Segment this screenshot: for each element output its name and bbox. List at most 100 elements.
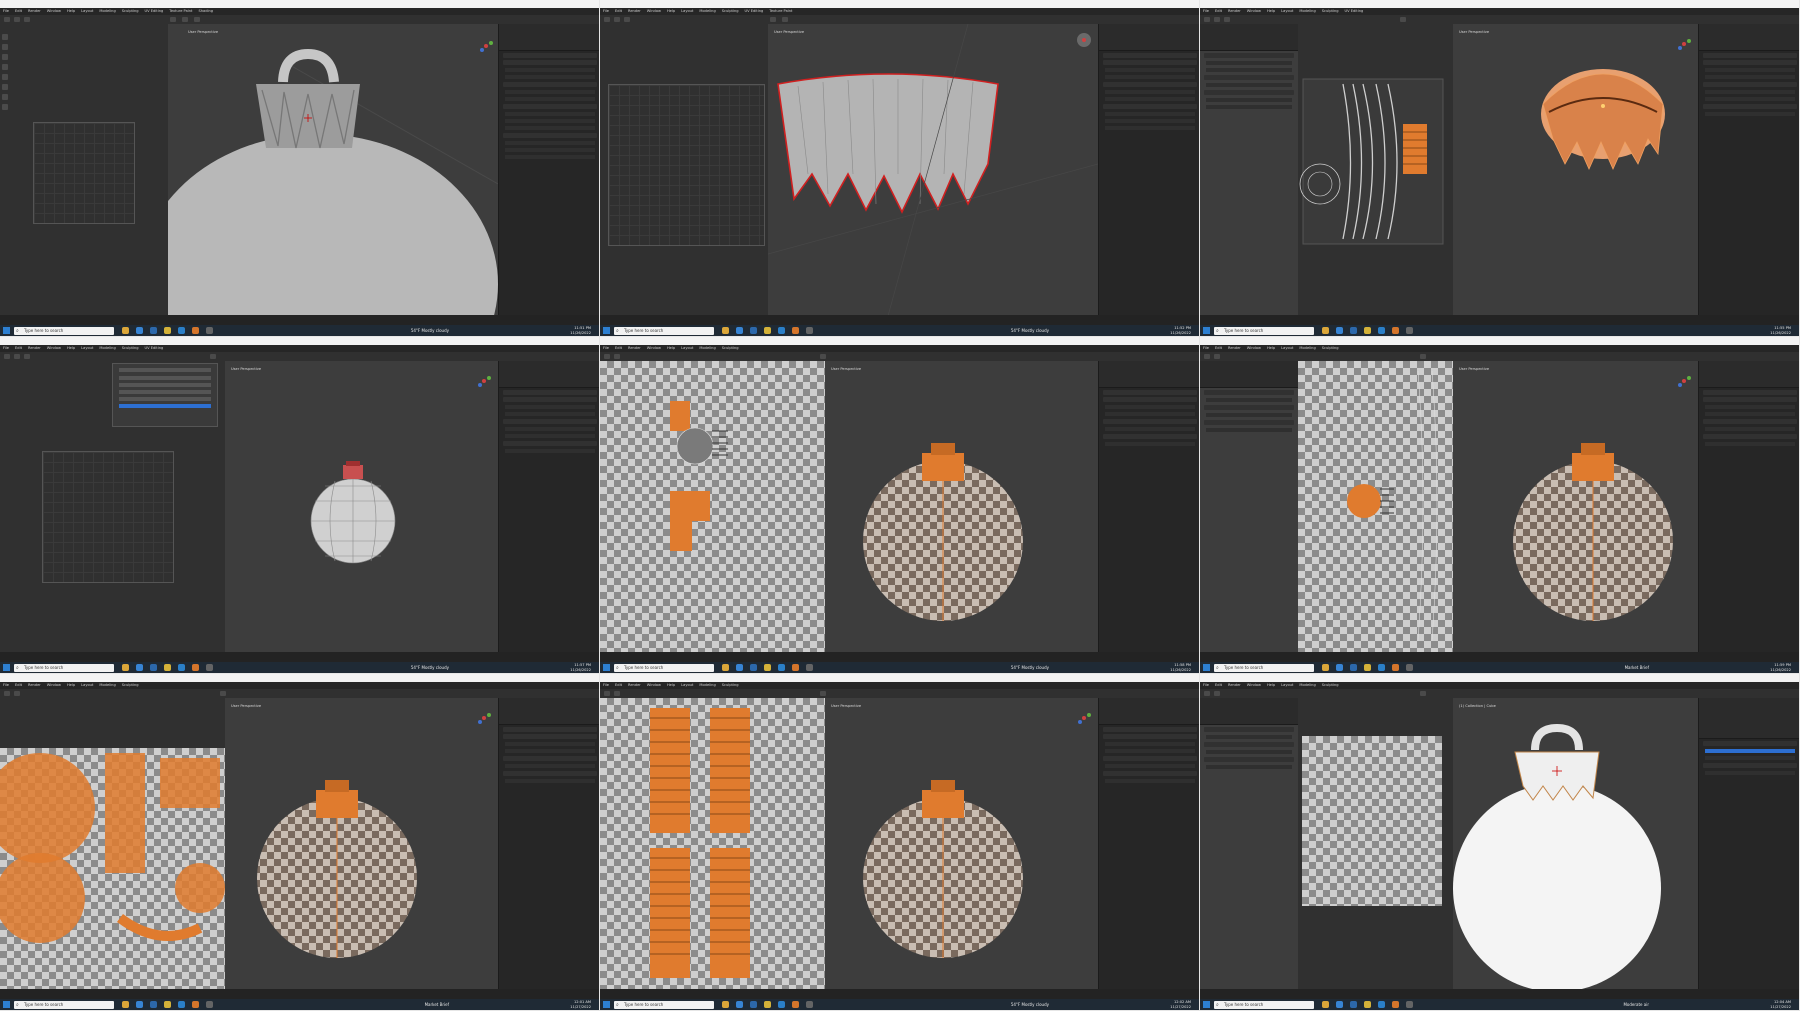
properties-panel[interactable] bbox=[498, 698, 599, 989]
viewport-3d[interactable]: User Perspective bbox=[168, 24, 498, 315]
tab-shading[interactable]: Shading bbox=[198, 9, 213, 13]
taskbar-clock[interactable]: 12:04 AM 11/27/2022 bbox=[1770, 1000, 1791, 1009]
vscode-icon[interactable] bbox=[178, 327, 185, 334]
explorer-icon[interactable] bbox=[122, 327, 129, 334]
obs-icon[interactable] bbox=[206, 327, 213, 334]
tab-sculpting[interactable]: Sculpting bbox=[122, 9, 139, 13]
store-icon[interactable] bbox=[136, 327, 143, 334]
navigation-gizmo[interactable] bbox=[1676, 373, 1692, 389]
news-widget[interactable]: Market Brief bbox=[425, 999, 449, 1010]
menu-bar[interactable]: File Edit Render Window Help Layout Modeling Sc… bbox=[1200, 345, 1799, 352]
weather-widget[interactable]: 54°F Mostly cloudy bbox=[411, 325, 449, 336]
menu-bar[interactable]: File Edit Render Window Help Layout Modeling Sc… bbox=[0, 345, 599, 352]
tab-layout[interactable]: Layout bbox=[81, 9, 93, 13]
weather-widget[interactable]: 54°F Mostly cloudy bbox=[1011, 325, 1049, 336]
tab-uv-editing[interactable]: UV Editing bbox=[145, 9, 164, 13]
navigation-gizmo[interactable] bbox=[476, 373, 492, 389]
unwrap-operator-panel[interactable] bbox=[112, 363, 218, 427]
windows-start-icon[interactable] bbox=[3, 1001, 10, 1008]
weather-widget[interactable]: Moderate air bbox=[1623, 999, 1649, 1010]
properties-panel[interactable] bbox=[1698, 361, 1799, 652]
uv-editor[interactable] bbox=[600, 24, 768, 315]
menu-bar[interactable]: File Edit Render Window Help Layout Modeling Sc… bbox=[600, 345, 1199, 352]
uv-editor[interactable] bbox=[0, 24, 168, 315]
taskbar-clock[interactable]: 11:55 PM 11/26/2022 bbox=[1770, 326, 1791, 335]
tab-modeling[interactable]: Modeling bbox=[99, 9, 115, 13]
uv-editor-checker[interactable] bbox=[600, 698, 825, 989]
weather-widget[interactable]: 54°F Mostly cloudy bbox=[1011, 999, 1049, 1010]
navigation-gizmo[interactable] bbox=[1676, 36, 1692, 52]
viewport-3d[interactable]: User Perspective bbox=[825, 361, 1098, 652]
navigation-gizmo[interactable] bbox=[478, 38, 494, 54]
taskbar-clock[interactable]: 11:52 PM 11/26/2022 bbox=[1170, 326, 1191, 335]
uv-editor[interactable] bbox=[1298, 24, 1453, 315]
viewport-3d[interactable]: User Perspective bbox=[1453, 24, 1698, 315]
uv-toolbar[interactable] bbox=[2, 34, 8, 114]
properties-panel[interactable] bbox=[1098, 361, 1199, 652]
news-widget[interactable]: Market Brief bbox=[1625, 662, 1649, 673]
windows-start-icon[interactable] bbox=[1203, 664, 1210, 671]
taskbar-clock[interactable]: 11:51 PM 11/26/2022 bbox=[570, 326, 591, 335]
taskbar-search-input[interactable]: Type here to search bbox=[14, 1000, 114, 1009]
menu-bar[interactable]: File Edit Render Window Help Layout Modeling Sc… bbox=[1200, 682, 1799, 689]
viewport-3d[interactable]: User Perspective bbox=[825, 698, 1098, 989]
windows-start-icon[interactable] bbox=[603, 1001, 610, 1008]
menu-bar[interactable]: File Edit Render Window Help Layout Modeling Sc… bbox=[0, 682, 599, 689]
windows-start-icon[interactable] bbox=[3, 327, 10, 334]
taskbar-search-input[interactable]: Type here to search bbox=[614, 326, 714, 335]
chrome-icon[interactable] bbox=[164, 327, 171, 334]
taskbar-clock[interactable]: 12:01 AM 11/27/2022 bbox=[570, 1000, 591, 1009]
properties-panel[interactable] bbox=[1698, 24, 1799, 315]
taskbar-clock[interactable]: 11:57 PM 11/26/2022 bbox=[570, 663, 591, 672]
menu-file[interactable]: File bbox=[3, 9, 9, 13]
taskbar-search-input[interactable]: Type here to search bbox=[1214, 663, 1314, 672]
uv-editor[interactable] bbox=[1298, 698, 1453, 989]
properties-side[interactable] bbox=[1200, 698, 1298, 989]
properties-side[interactable] bbox=[1200, 361, 1298, 652]
taskbar-search-input[interactable]: Type here to search bbox=[14, 326, 114, 335]
menu-window[interactable]: Window bbox=[47, 9, 61, 13]
properties-panel[interactable] bbox=[498, 24, 599, 315]
viewport-3d[interactable]: (1) Collection | Cube bbox=[1453, 698, 1698, 989]
windows-start-icon[interactable] bbox=[603, 664, 610, 671]
taskbar-clock[interactable]: 12:02 AM 11/27/2022 bbox=[1170, 1000, 1191, 1009]
taskbar-search-input[interactable]: Type here to search bbox=[14, 663, 114, 672]
menu-help[interactable]: Help bbox=[67, 9, 75, 13]
windows-start-icon[interactable] bbox=[603, 327, 610, 334]
weather-widget[interactable]: 54°F Mostly cloudy bbox=[1011, 662, 1049, 673]
taskbar-search-input[interactable]: Type here to search bbox=[614, 663, 714, 672]
uv-editor[interactable] bbox=[0, 698, 225, 989]
uv-editor[interactable] bbox=[0, 361, 225, 652]
weather-widget[interactable]: 54°F Mostly cloudy bbox=[411, 662, 449, 673]
properties-panel[interactable] bbox=[1698, 698, 1799, 989]
menu-render[interactable]: Render bbox=[28, 9, 41, 13]
navigation-gizmo[interactable] bbox=[1076, 710, 1092, 726]
taskbar-clock[interactable]: 11:59 PM 11/26/2022 bbox=[1770, 663, 1791, 672]
windows-start-icon[interactable] bbox=[1203, 327, 1210, 334]
outliner[interactable] bbox=[499, 24, 599, 51]
viewport-3d[interactable]: User Perspective bbox=[225, 361, 498, 652]
menu-bar[interactable]: File Edit Render Window Help Layout Modeling Sc… bbox=[1200, 8, 1799, 15]
properties-side[interactable] bbox=[1200, 24, 1298, 315]
tab-texture-paint[interactable]: Texture Paint bbox=[169, 9, 192, 13]
viewport-3d[interactable]: User Perspective bbox=[1453, 361, 1698, 652]
uv-editor-checker[interactable] bbox=[600, 361, 825, 652]
viewport-3d[interactable]: User Perspective bbox=[225, 698, 498, 989]
taskbar-search-input[interactable]: Type here to search bbox=[1214, 1000, 1314, 1009]
menu-edit[interactable]: Edit bbox=[15, 9, 22, 13]
mail-icon[interactable] bbox=[150, 327, 157, 334]
navigation-gizmo[interactable] bbox=[1076, 32, 1092, 48]
properties-panel[interactable] bbox=[1098, 24, 1199, 315]
blender-icon[interactable] bbox=[192, 327, 199, 334]
ok-button[interactable] bbox=[119, 404, 211, 408]
taskbar-search-input[interactable]: Type here to search bbox=[1214, 326, 1314, 335]
properties-panel[interactable] bbox=[1098, 698, 1199, 989]
taskbar-clock[interactable]: 11:58 PM 11/26/2022 bbox=[1170, 663, 1191, 672]
properties-panel[interactable] bbox=[498, 361, 599, 652]
taskbar-search-input[interactable]: Type here to search bbox=[614, 1000, 714, 1009]
windows-start-icon[interactable] bbox=[1203, 1001, 1210, 1008]
menu-bar[interactable]: File Edit Render Window Help Layout Modeling Sc… bbox=[600, 8, 1199, 15]
windows-start-icon[interactable] bbox=[3, 664, 10, 671]
navigation-gizmo[interactable] bbox=[476, 710, 492, 726]
menu-bar[interactable]: File Edit Render Window Help Layout Modeling Sc… bbox=[0, 8, 599, 15]
